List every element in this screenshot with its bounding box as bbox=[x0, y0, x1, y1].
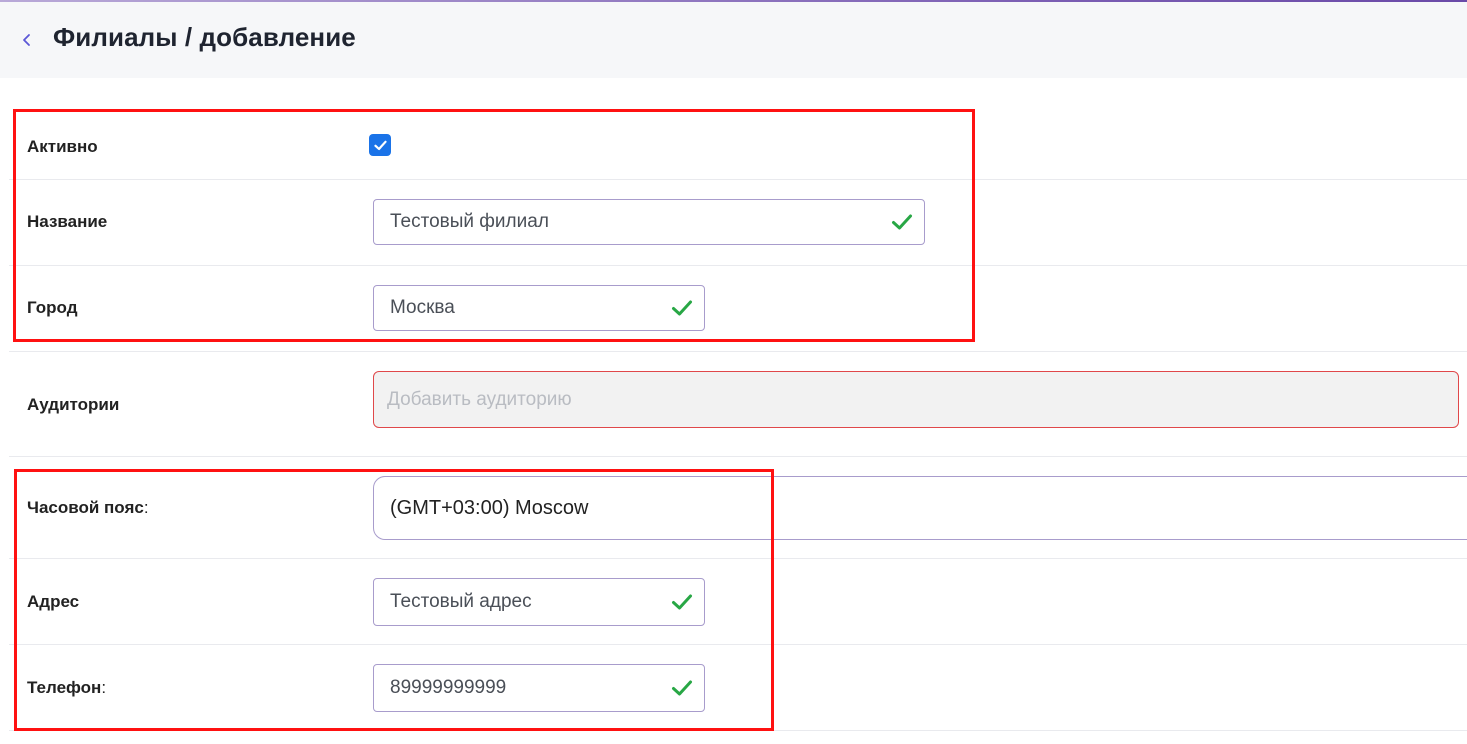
form-row-auditoriums: Аудитории Добавить аудиторию bbox=[9, 352, 1467, 457]
chevron-left-icon bbox=[23, 34, 30, 46]
name-input[interactable]: Тестовый филиал bbox=[373, 199, 925, 245]
address-input[interactable]: Тестовый адрес bbox=[373, 578, 705, 626]
form-row-active: Активно bbox=[9, 112, 1467, 180]
phone-label-text: Телефон bbox=[27, 678, 102, 697]
check-icon bbox=[672, 680, 692, 696]
timezone-label: Часовой пояс: bbox=[27, 498, 149, 518]
name-input-value: Тестовый филиал bbox=[390, 211, 549, 232]
address-label: Адрес bbox=[27, 592, 80, 611]
page: Филиалы / добавление Активно Название Те… bbox=[0, 0, 1467, 744]
back-button[interactable] bbox=[16, 26, 38, 54]
timezone-select[interactable]: (GMT+03:00) Moscow bbox=[373, 476, 1467, 540]
city-input[interactable]: Москва bbox=[373, 285, 705, 331]
form-row-name: Название Тестовый филиал bbox=[9, 180, 1467, 266]
city-label: Город bbox=[27, 298, 78, 317]
active-checkbox[interactable] bbox=[369, 134, 391, 156]
timezone-label-text: Часовой пояс bbox=[27, 498, 144, 517]
check-icon bbox=[672, 594, 692, 610]
add-auditorium-input[interactable]: Добавить аудиторию bbox=[373, 371, 1459, 428]
check-icon bbox=[892, 214, 912, 230]
name-label: Название bbox=[27, 212, 108, 231]
timezone-select-value: (GMT+03:00) Moscow bbox=[390, 496, 589, 519]
page-title: Филиалы / добавление bbox=[53, 22, 356, 52]
checkmark-icon bbox=[373, 140, 387, 150]
phone-label: Телефон: bbox=[27, 678, 106, 698]
timezone-label-colon: : bbox=[143, 498, 149, 517]
phone-input-value: 89999999999 bbox=[390, 677, 507, 698]
form-row-address: Адрес Тестовый адрес bbox=[9, 559, 1467, 645]
city-input-value: Москва bbox=[390, 297, 455, 318]
auditoriums-label: Аудитории bbox=[27, 395, 120, 414]
active-label: Активно bbox=[27, 137, 98, 156]
add-auditorium-placeholder: Добавить аудиторию bbox=[387, 388, 572, 410]
phone-input[interactable]: 89999999999 bbox=[373, 664, 705, 712]
form-row-city: Город Москва bbox=[9, 266, 1467, 352]
form-row-phone: Телефон: 89999999999 bbox=[9, 645, 1467, 731]
phone-label-colon: : bbox=[101, 678, 107, 697]
page-header: Филиалы / добавление bbox=[0, 2, 1467, 78]
form-row-timezone: Часовой пояс: (GMT+03:00) Moscow bbox=[9, 457, 1467, 559]
check-icon bbox=[672, 300, 692, 316]
address-input-value: Тестовый адрес bbox=[390, 591, 532, 612]
